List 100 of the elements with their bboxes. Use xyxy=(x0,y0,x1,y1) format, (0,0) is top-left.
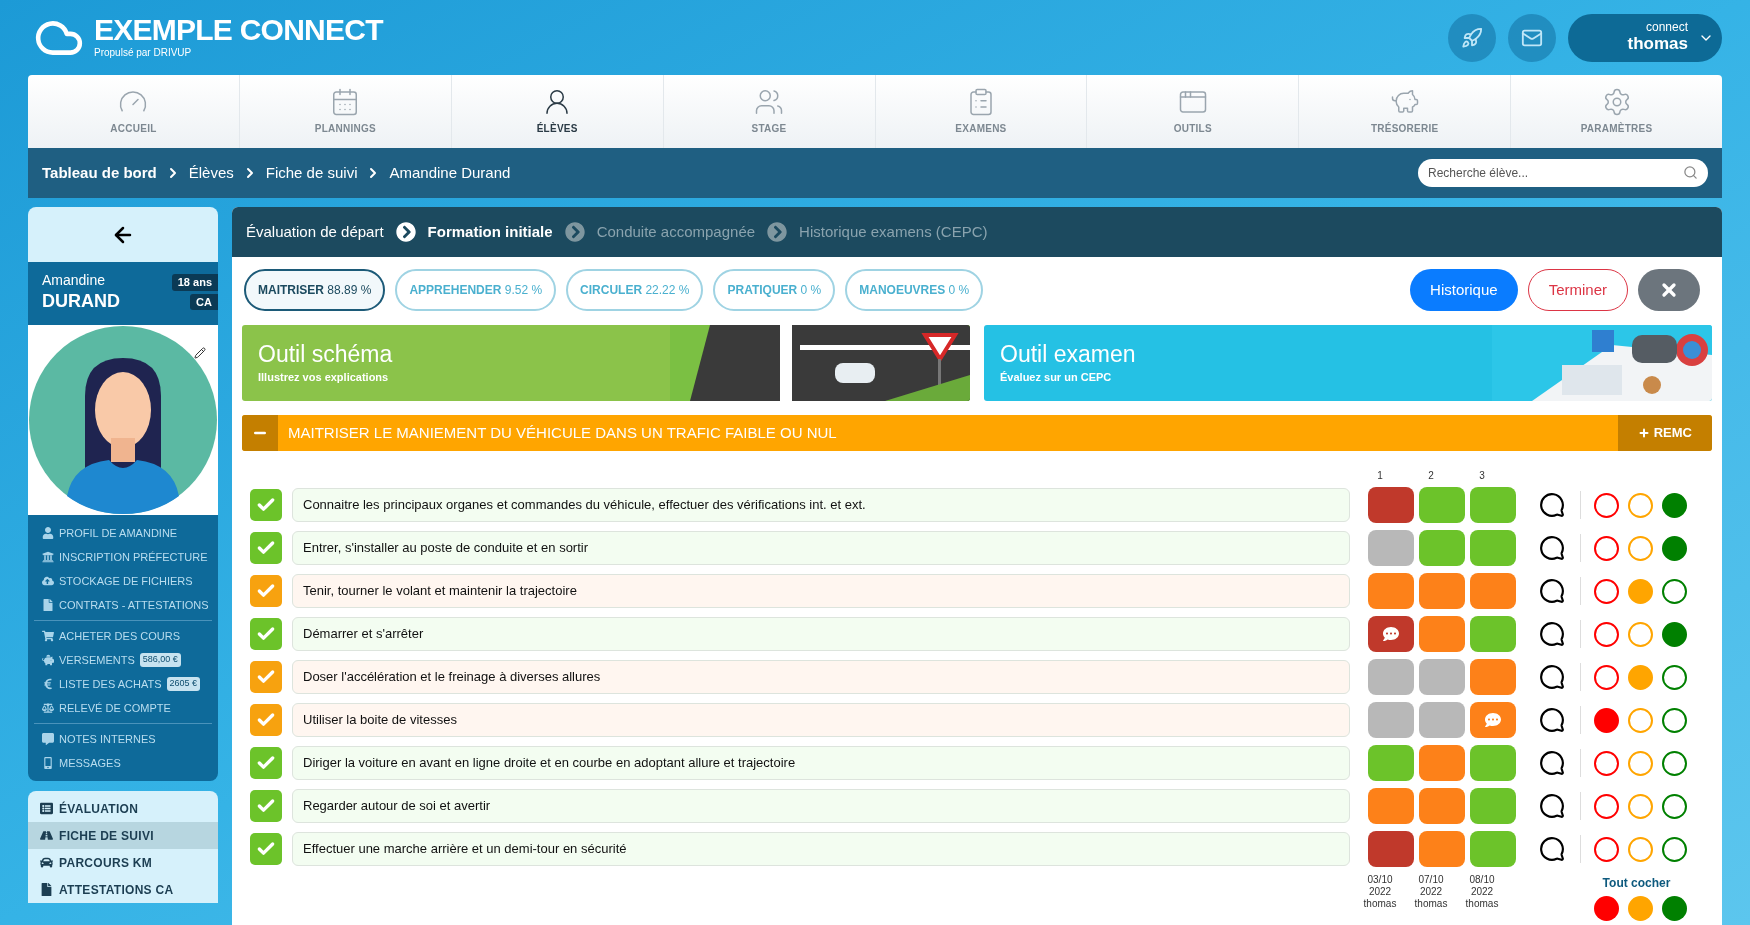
status-check[interactable] xyxy=(250,489,282,521)
status-check[interactable] xyxy=(250,704,282,736)
step-link[interactable]: Évaluation de départ xyxy=(246,220,384,244)
section-nav-item[interactable]: FICHE DE SUIVI xyxy=(28,822,218,849)
file-icon xyxy=(40,883,53,896)
speech-bubble-icon[interactable] xyxy=(1538,750,1566,776)
student-menu-link[interactable]: LISTE DES ACHATS xyxy=(59,675,162,693)
session-result[interactable] xyxy=(1419,616,1465,652)
speech-bubble-icon[interactable] xyxy=(1538,793,1566,819)
bank-icon xyxy=(42,551,54,563)
section-nav-item[interactable]: PARCOURS KM xyxy=(28,849,218,876)
status-check[interactable] xyxy=(250,661,282,693)
student-menu-link[interactable]: PROFIL DE AMANDINE xyxy=(59,524,178,542)
close-icon xyxy=(1659,280,1679,300)
student-menu-link[interactable]: CONTRATS - ATTESTATIONS xyxy=(59,596,209,614)
student-menu-link[interactable]: NOTES INTERNES xyxy=(59,730,156,748)
amount-badge: 2605 € xyxy=(166,677,201,691)
session-result[interactable] xyxy=(1419,745,1465,781)
tool-banner[interactable]: Outil examen Évaluez sur un CEPC xyxy=(984,325,1712,401)
breadcrumb-link[interactable]: Tableau de bord xyxy=(42,161,157,185)
breadcrumb-link[interactable]: Amandine Durand xyxy=(389,161,511,185)
status-check[interactable] xyxy=(250,747,282,779)
user-menu-button[interactable]: connect thomas xyxy=(1568,13,1722,62)
check-all-button[interactable] xyxy=(1662,896,1687,921)
history-button[interactable]: Historique xyxy=(1410,269,1518,311)
people-icon xyxy=(754,87,785,117)
step-link[interactable]: Formation initiale xyxy=(427,220,553,244)
status-check[interactable] xyxy=(250,575,282,607)
skill-label: Tenir, tourner le volant et maintenir la trajectoire xyxy=(303,582,577,601)
phone-icon xyxy=(42,757,54,769)
check-all-button[interactable] xyxy=(1594,896,1619,921)
skill-tab[interactable]: CIRCULER 22.22 % xyxy=(566,269,704,311)
close-button[interactable] xyxy=(1638,269,1700,311)
session-result[interactable] xyxy=(1368,788,1414,824)
tool-subtitle: Illustrez vos explications xyxy=(258,370,390,386)
skill-tab[interactable]: APPREHENDER 9.52 % xyxy=(395,269,557,311)
breadcrumb-link[interactable]: Fiche de suivi xyxy=(265,161,358,185)
skill-label: Regarder autour de soi et avertir xyxy=(303,797,491,816)
student-first-name: Amandine xyxy=(42,272,107,290)
session-result[interactable] xyxy=(1368,616,1414,652)
cart-icon xyxy=(42,630,54,642)
skill-label: Utiliser la boite de vitesses xyxy=(303,711,457,730)
skill-label: Effectuer une marche arrière et un demi-tour en sécurité xyxy=(303,840,627,859)
skill-tab[interactable]: PRATIQUER 0 % xyxy=(713,269,836,311)
mail-button[interactable] xyxy=(1508,13,1556,62)
rocket-button[interactable] xyxy=(1448,13,1496,62)
status-check[interactable] xyxy=(250,618,282,650)
session-date: 03/10 xyxy=(1367,874,1393,886)
section-nav-item[interactable]: ATTESTATIONS CA xyxy=(28,876,218,903)
student-menu-link[interactable]: RELEVÉ DE COMPTE xyxy=(59,699,171,717)
session-result[interactable] xyxy=(1419,788,1465,824)
speech-bubble-icon[interactable] xyxy=(1538,664,1566,690)
cloud-upload-icon xyxy=(42,575,54,587)
speech-bubble-icon[interactable] xyxy=(1538,621,1566,647)
scale-icon xyxy=(42,702,54,714)
nav-item[interactable]: ACCUEIL xyxy=(28,75,239,148)
user-caption: connect xyxy=(1645,20,1688,33)
road-icon xyxy=(40,829,53,842)
person-icon xyxy=(42,527,54,539)
session-year: 2022 xyxy=(1368,886,1392,898)
skill-label: Entrer, s'installer au poste de conduite et en sortir xyxy=(303,539,589,558)
session-result[interactable] xyxy=(1419,831,1465,867)
student-menu-link[interactable]: MESSAGES xyxy=(59,754,121,772)
pencil-icon[interactable] xyxy=(194,347,206,359)
speech-bubble-icon[interactable] xyxy=(1538,492,1566,518)
session-result[interactable] xyxy=(1368,487,1414,523)
file-icon xyxy=(42,599,54,611)
speech-bubble-icon[interactable] xyxy=(1538,836,1566,862)
session-year: 2022 xyxy=(1470,886,1494,898)
student-menu-link[interactable]: VERSEMENTS xyxy=(59,651,135,669)
speech-bubble-icon[interactable] xyxy=(1538,707,1566,733)
session-instructor: thomas xyxy=(1465,898,1499,910)
session-date: 08/10 xyxy=(1469,874,1495,886)
session-result[interactable] xyxy=(1470,573,1516,609)
session-result[interactable] xyxy=(1368,831,1414,867)
comment-icon xyxy=(1485,712,1501,728)
status-check[interactable] xyxy=(250,790,282,822)
check-all-button[interactable] xyxy=(1628,896,1653,921)
session-instructor: thomas xyxy=(1414,898,1448,910)
skill-tab[interactable]: MAITRISER 88.89 % xyxy=(244,269,386,311)
breadcrumb-link[interactable]: Élèves xyxy=(188,161,234,185)
student-menu-link[interactable]: ACHETER DES COURS xyxy=(59,627,181,645)
status-check[interactable] xyxy=(250,532,282,564)
speech-bubble-icon[interactable] xyxy=(1538,535,1566,561)
student-menu-link[interactable]: STOCKAGE DE FICHIERS xyxy=(59,572,193,590)
collapse-button[interactable] xyxy=(242,415,278,451)
section-nav-item[interactable]: ÉVALUATION xyxy=(28,795,218,822)
skill-tab[interactable]: MANOEUVRES 0 % xyxy=(845,269,984,311)
session-result[interactable] xyxy=(1470,659,1516,695)
session-result[interactable] xyxy=(1368,573,1414,609)
status-check[interactable] xyxy=(250,833,282,865)
search-field[interactable]: Recherche élève... xyxy=(1418,159,1708,187)
remc-button[interactable]: REMC xyxy=(1617,415,1712,451)
session-result[interactable] xyxy=(1470,702,1516,738)
student-menu-link[interactable]: INSCRIPTION PRÉFECTURE xyxy=(59,548,208,566)
speech-bubble-icon[interactable] xyxy=(1538,578,1566,604)
finish-button[interactable]: Terminer xyxy=(1527,269,1628,311)
app-name: EXEMPLE CONNECT xyxy=(94,15,383,45)
session-result[interactable] xyxy=(1419,573,1465,609)
session-year: 2022 xyxy=(1419,886,1443,898)
